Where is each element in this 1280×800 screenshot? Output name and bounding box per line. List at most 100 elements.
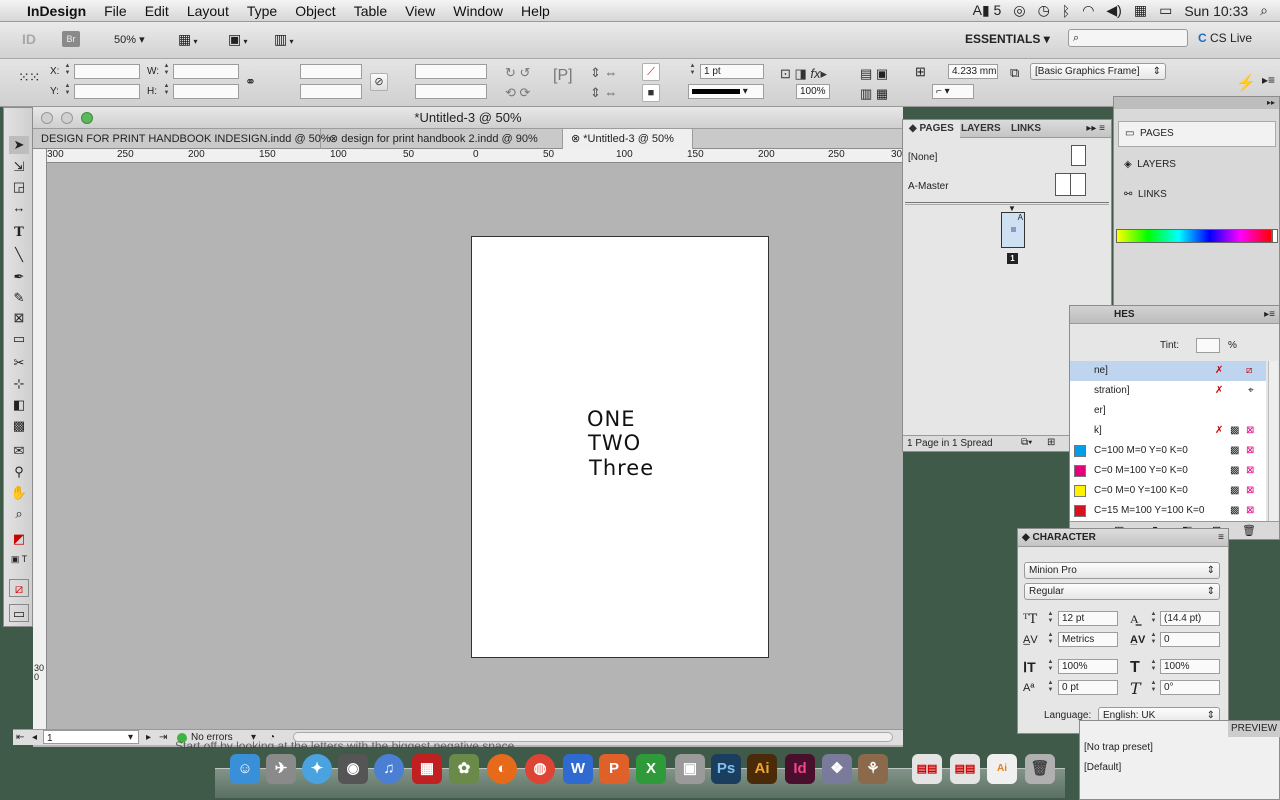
character-title[interactable]: ◆ CHARACTER xyxy=(1022,529,1096,547)
page-text-two[interactable]: TWO xyxy=(588,431,641,455)
clock[interactable]: Sun 10:33 xyxy=(1184,3,1248,19)
trash-icon[interactable]: 🗑 xyxy=(1025,754,1055,784)
a-master-label[interactable]: A-Master xyxy=(908,181,949,192)
baseline-shift-field[interactable]: 0 pt xyxy=(1058,680,1118,695)
document-stack-icon[interactable]: ▤▤ xyxy=(912,754,942,784)
next-page-button[interactable]: ▸ xyxy=(146,730,151,745)
tab-close-icon[interactable]: ⊗ xyxy=(329,133,338,145)
none-master-label[interactable]: [None] xyxy=(908,152,937,163)
panel-menu-icon[interactable]: ▸≡ xyxy=(1264,306,1275,324)
tint-field[interactable] xyxy=(1196,338,1220,353)
constrain-proportions-icon[interactable]: ⚭ xyxy=(245,74,256,90)
tracking-field[interactable]: 0 xyxy=(1160,632,1220,647)
effects-icons[interactable]: ⊡ ◨ fx▸ xyxy=(780,64,827,84)
swatch-row-none[interactable]: ne] ✗ ⧄ xyxy=(1070,361,1266,381)
scissors-tool-icon[interactable]: ✂ xyxy=(9,354,29,372)
side-item-layers[interactable]: ◈ LAYERS xyxy=(1118,153,1276,179)
iphoto-icon[interactable]: ✿ xyxy=(449,754,479,784)
swatch-row-registration[interactable]: stration] ✗ ⌖ xyxy=(1070,381,1266,401)
offset-icon[interactable]: ⊞ xyxy=(915,64,926,80)
offset-field[interactable]: 4.233 mm xyxy=(948,64,998,79)
y-stepper[interactable]: ▲ ▼ xyxy=(63,83,72,99)
quick-apply-icon[interactable]: ⚡ xyxy=(1236,73,1256,93)
tab-pages[interactable]: ◆ PAGES xyxy=(903,120,960,138)
photos-icon[interactable]: ❖ xyxy=(822,754,852,784)
panel-menu-icon[interactable]: ≡ xyxy=(1218,529,1224,547)
zoom-select[interactable]: 50% ▾ xyxy=(114,33,145,46)
arrange-documents-icon[interactable]: ▥ ▾ xyxy=(274,31,293,48)
h-field[interactable] xyxy=(173,84,239,99)
gradient-tool-icon[interactable]: ◧ xyxy=(9,396,29,414)
page-1-thumb[interactable]: A xyxy=(1001,212,1025,248)
kerning-field[interactable]: Metrics xyxy=(1058,632,1118,647)
kerning-stepper[interactable]: ▲ ▼ xyxy=(1046,632,1055,648)
reference-point-icon[interactable]: ⁙⁙ xyxy=(18,69,40,86)
volume-icon[interactable]: ◀) xyxy=(1106,2,1121,19)
menu-layout[interactable]: Layout xyxy=(178,3,238,19)
zoom-tool-icon[interactable]: ⌕ xyxy=(9,505,29,523)
preview-icon[interactable]: ▣ xyxy=(675,754,705,784)
page-number-field[interactable]: 1 xyxy=(43,730,139,744)
workspace-switcher[interactable]: ESSENTIALS ▾ xyxy=(965,32,1050,46)
shear-field[interactable] xyxy=(415,84,487,99)
tab-links[interactable]: LINKS xyxy=(1005,120,1047,138)
apply-none-icon[interactable]: ⧄ xyxy=(9,579,29,597)
baseline-shift-stepper[interactable]: ▲ ▼ xyxy=(1046,680,1055,696)
scale-y-field[interactable] xyxy=(300,84,362,99)
sync-icon[interactable]: ◎ xyxy=(1013,2,1025,19)
itunes-icon[interactable]: ♫ xyxy=(374,754,404,784)
cs-live-button[interactable]: C CS Live xyxy=(1198,31,1252,45)
illustrator-file-icon[interactable]: Ai xyxy=(987,754,1017,784)
type-tool-icon[interactable]: T xyxy=(9,224,29,242)
menu-object[interactable]: Object xyxy=(286,3,344,19)
w-field[interactable] xyxy=(173,64,239,79)
none-master-thumb[interactable] xyxy=(1071,145,1086,166)
stroke-type-select[interactable]: ▾ xyxy=(688,84,764,99)
color-spectrum-ramp[interactable] xyxy=(1116,229,1272,243)
finder-icon[interactable]: ☺ xyxy=(230,754,260,784)
tab-close-icon[interactable]: ⊗ xyxy=(571,133,580,145)
zoom-window-button[interactable] xyxy=(81,112,93,124)
page-text-one[interactable]: ONE xyxy=(587,407,636,431)
note-tool-icon[interactable]: ✉ xyxy=(9,442,29,460)
stroke-weight-stepper[interactable]: ▲ ▼ xyxy=(688,63,697,79)
skew-field[interactable]: 0° xyxy=(1160,680,1220,695)
bluetooth-icon[interactable]: ᛒ xyxy=(1062,3,1070,19)
pencil-tool-icon[interactable]: ✎ xyxy=(9,289,29,307)
menu-edit[interactable]: Edit xyxy=(136,3,178,19)
page-tool-icon[interactable]: ◲ xyxy=(9,178,29,196)
a-master-thumb[interactable] xyxy=(1055,173,1086,196)
side-item-pages[interactable]: ▭ PAGES xyxy=(1118,121,1276,147)
swatch-row-red[interactable]: C=15 M=100 Y=100 K=0 ▩ ⊠ xyxy=(1070,501,1266,521)
scale-x-field[interactable] xyxy=(300,64,362,79)
rectangle-tool-icon[interactable]: ▭ xyxy=(9,330,29,348)
font-size-stepper[interactable]: ▲ ▼ xyxy=(1046,611,1055,627)
opacity-field[interactable]: 100% xyxy=(796,84,830,99)
side-item-links[interactable]: ⚯ LINKS xyxy=(1118,183,1276,209)
pen-tool-icon[interactable]: ✒ xyxy=(9,268,29,286)
menu-table[interactable]: Table xyxy=(345,3,396,19)
skew-stepper[interactable]: ▲ ▼ xyxy=(1149,680,1158,696)
swatch-row-black[interactable]: k] ✗ ▩ ⊠ xyxy=(1070,421,1266,441)
spotlight-icon[interactable]: ⌕ xyxy=(1260,2,1268,19)
firefox-icon[interactable]: ◐ xyxy=(487,754,517,784)
tab-design-handbook-2[interactable]: ⊗ design for print handbook 2.indd @ 90% xyxy=(321,129,563,149)
rotate-icons[interactable]: ↻ ↺ ⟲ ⟳ xyxy=(505,63,530,103)
minimize-window-button[interactable] xyxy=(61,112,73,124)
document-page[interactable]: ONE TWO Three xyxy=(471,236,769,658)
tab-untitled-3[interactable]: ⊗ *Untitled-3 @ 50% xyxy=(563,129,693,149)
x-stepper[interactable]: ▲ ▼ xyxy=(63,63,72,79)
y-field[interactable] xyxy=(74,84,140,99)
panel-menu-icon[interactable]: ▸≡ xyxy=(1262,73,1275,87)
trap-preview-tab[interactable]: PREVIEW xyxy=(1228,721,1280,737)
tab-design-handbook[interactable]: DESIGN FOR PRINT HANDBOOK INDESIGN.indd … xyxy=(33,129,331,149)
corner-options-select[interactable]: ⌐ ▾ xyxy=(932,84,974,99)
object-style-select[interactable]: [Basic Graphics Frame] ⇕ xyxy=(1030,63,1166,80)
photoshop-icon[interactable]: Ps xyxy=(711,754,741,784)
photo-booth-icon[interactable]: ▦ xyxy=(412,754,442,784)
last-page-button[interactable]: ⇥ xyxy=(159,730,167,745)
stroke-weight-field[interactable]: 1 pt xyxy=(700,64,764,79)
font-size-field[interactable]: 12 pt xyxy=(1058,611,1118,626)
rectangle-frame-tool-icon[interactable]: ⊠ xyxy=(9,309,29,327)
flip-icons[interactable]: ⇕ ⇔ ⇕ ⇔ xyxy=(590,63,618,103)
